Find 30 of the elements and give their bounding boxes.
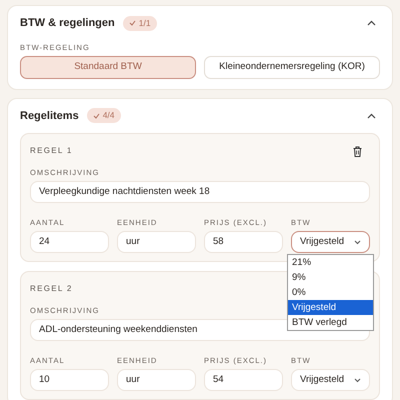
check-icon (128, 20, 136, 26)
progress-badge: 4/4 (86, 108, 121, 124)
dropdown-option[interactable]: 21% (288, 255, 373, 270)
input-field[interactable]: 24 (30, 231, 109, 253)
input-field[interactable]: 54 (204, 369, 283, 391)
line-title: REGEL 1 (30, 145, 73, 157)
line-title: REGEL 2 (30, 283, 73, 295)
dropdown-option[interactable]: 0% (288, 285, 373, 300)
vat-select[interactable]: Vrijgesteld (291, 231, 370, 253)
chevron-up-icon[interactable] (367, 112, 376, 119)
chevron-up-icon[interactable] (367, 20, 376, 26)
vat-select[interactable]: Vrijgesteld (291, 369, 370, 391)
section-title: BTW & regelingen (20, 16, 115, 31)
trash-icon[interactable] (353, 146, 362, 156)
section-title: Regelitems (20, 108, 79, 124)
progress-badge: 1/1 (122, 16, 157, 31)
select-value: Vrijgesteld (300, 372, 344, 387)
select-value: Vrijgesteld (300, 234, 344, 249)
description-field[interactable]: Verpleegkundige nachtdiensten week 18 (30, 181, 370, 203)
option-button[interactable]: Kleineondernemersregeling (KOR) (204, 56, 380, 78)
input-field[interactable]: uur (117, 231, 196, 253)
input-field[interactable]: uur (117, 369, 196, 391)
input-field[interactable]: 58 (204, 231, 283, 253)
dropdown-option[interactable]: Vrijgesteld (288, 300, 373, 315)
chevron-down-icon (354, 240, 361, 244)
input-field[interactable]: 10 (30, 369, 109, 391)
dropdown-option[interactable]: 9% (288, 270, 373, 285)
chevron-down-icon (354, 378, 361, 382)
option-button[interactable]: Standaard BTW (20, 56, 196, 78)
check-icon (92, 112, 100, 119)
